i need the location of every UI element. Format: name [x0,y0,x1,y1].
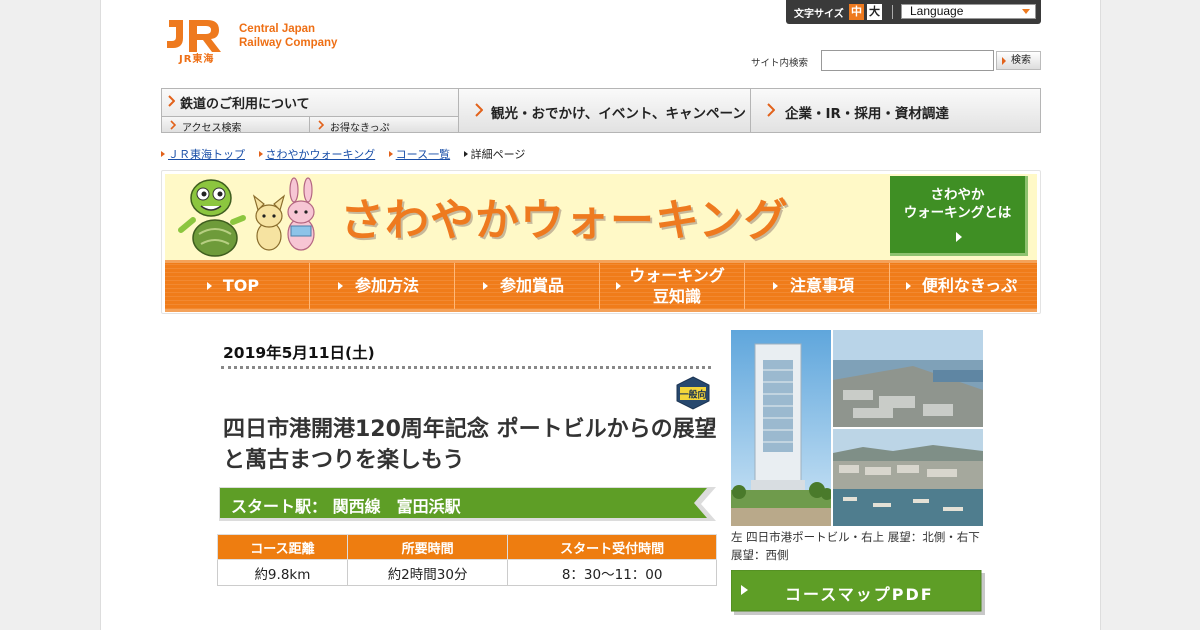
walking-nav-top[interactable]: TOP [165,263,310,309]
gnav-tourism-events[interactable]: 観光・おでかけ、イベント、キャンペーン [459,89,751,132]
north-view-photo [833,330,983,427]
walking-nav-tips[interactable]: ウォーキング 豆知識 [600,263,745,309]
triangle-right-icon [956,232,962,242]
west-view-photo [833,429,983,526]
chevron-right-icon [170,120,176,130]
value-duration: 約2時間30分 [346,559,509,586]
walking-nav-notes[interactable]: 注意事項 [745,263,890,309]
walking-nav-label: TOP [222,276,260,295]
jr-central-logo[interactable]: JR東海 Central Japan Railway Company [165,16,365,66]
value-start-time: 8：30～11：00 [507,559,717,586]
site-search-input[interactable] [821,50,994,71]
walking-nav-label: ウォーキング 豆知識 [600,265,744,307]
triangle-bullet-icon [388,151,393,157]
utility-bar: 文字サイズ 中 大 Language [786,0,1041,24]
chevron-down-icon [1022,9,1030,14]
chevron-right-icon [475,103,483,117]
search-button[interactable]: 検索 [996,51,1041,70]
gnav-item-label: 鉄道のご利用について [180,97,310,112]
gnav-sub-label: お得なきっぷ [330,123,390,134]
language-select[interactable]: Language [901,4,1036,19]
walking-nav-howto[interactable]: 参加方法 [310,263,455,309]
breadcrumb: ＪＲ東海トップ さわやかウォーキング コース一覧 詳細ページ [161,146,535,162]
chevron-right-icon [767,103,775,117]
breadcrumb-current: 詳細ページ [470,148,526,161]
gnav-corporate[interactable]: 企業・IR・採用・資材調達 [751,89,1040,132]
divider [221,366,711,369]
logo-small-text: JR東海 [179,54,215,65]
walking-banner: さわやかウォーキング さわやか ウォーキングとは TOP 参加方法 参加賞品 ウ… [161,170,1041,314]
walking-nav-label: 便利なきっぷ [921,276,1018,295]
table-row: 約9.8km 約2時間30分 8：30～11：00 [217,559,717,586]
triangle-bullet-icon [463,151,468,157]
jr-logo-icon [167,20,221,52]
chevron-right-icon [318,120,324,130]
gnav-item-label: 企業・IR・採用・資材調達 [785,106,949,122]
mascot-characters-illustration [178,177,315,257]
walking-nav-label: 注意事項 [789,276,854,295]
logo-en-line1: Central Japan [239,23,316,35]
font-size-medium-button[interactable]: 中 [849,4,864,20]
course-title: 四日市港開港120周年記念 ポートビルからの展望と萬古まつりを楽しもう [223,417,717,473]
page-container: JR東海 Central Japan Railway Company 文字サイズ… [100,0,1101,630]
language-select-label: Language [910,4,964,18]
divider [892,5,893,19]
chevron-right-icon [168,95,175,107]
header-start-time: スタート受付時間 [507,534,717,560]
tips-line2: 豆知識 [652,287,701,306]
course-map-pdf-label: コースマップPDF [785,585,934,604]
breadcrumb-link-walking[interactable]: さわやかウォーキング [266,148,376,161]
gnav-sub-label: アクセス検索 [182,123,242,134]
about-line2: ウォーキングとは [903,205,1012,221]
header-duration: 所要時間 [346,534,509,560]
triangle-bullet-icon [258,151,263,157]
about-line1: さわやか [930,187,985,203]
walking-nav-tickets[interactable]: 便利なきっぷ [890,263,1037,309]
walking-nav-label: 参加賞品 [499,276,564,295]
site-search-label: サイト内検索 [751,58,809,69]
photo-caption: 左 四日市港ポートビル・右上 展望：北側・右下 展望：西側 [731,530,980,562]
badge-text: 一般向 [679,389,706,401]
value-distance: 約9.8km [217,559,348,586]
header-distance: コース距離 [217,534,348,560]
tips-line1: ウォーキング [629,266,725,285]
global-nav: 鉄道のご利用について アクセス検索 お得なきっぷ 観光・おでかけ、イベント、キャ… [161,88,1041,134]
general-audience-badge-icon: 一般向 [676,376,710,410]
start-station-text: スタート駅： 関西線 富田浜駅 [231,497,461,516]
about-walking-label: さわやか ウォーキングとは [890,186,1025,222]
course-info-table: コース距離 所要時間 スタート受付時間 約9.8km 約2時間30分 8：30～… [217,534,717,586]
logo-en-line2: Railway Company [239,37,338,49]
walking-nav-label: 参加方法 [354,276,419,295]
font-size-large-button[interactable]: 大 [867,4,882,20]
about-walking-button[interactable]: さわやか ウォーキングとは [890,176,1028,256]
triangle-bullet-icon [161,151,165,157]
walking-nav: TOP 参加方法 参加賞品 ウォーキング 豆知識 注意事項 便利なきっぷ [165,260,1037,312]
breadcrumb-link-course-list[interactable]: コース一覧 [396,148,450,161]
port-building-photo [731,330,831,526]
walking-nav-prize[interactable]: 参加賞品 [455,263,600,309]
gnav-sub-discount-tickets[interactable]: お得なきっぷ [310,116,458,134]
breadcrumb-link-jr-top[interactable]: ＪＲ東海トップ [168,148,245,161]
logo-english-text: Central Japan Railway Company [239,22,337,50]
banner-title: さわやかウォーキング [340,195,789,246]
gnav-railway-usage[interactable]: 鉄道のご利用について アクセス検索 お得なきっぷ [162,89,459,134]
event-date: 2019年5月11日(土) [223,344,375,362]
gnav-sub-access-search[interactable]: アクセス検索 [162,116,310,134]
font-size-label: 文字サイズ [794,9,844,20]
table-header-row: コース距離 所要時間 スタート受付時間 [217,534,717,560]
banner-header: さわやかウォーキング さわやか ウォーキングとは [165,174,1037,260]
gnav-item-label: 観光・おでかけ、イベント、キャンペーン [491,106,746,122]
